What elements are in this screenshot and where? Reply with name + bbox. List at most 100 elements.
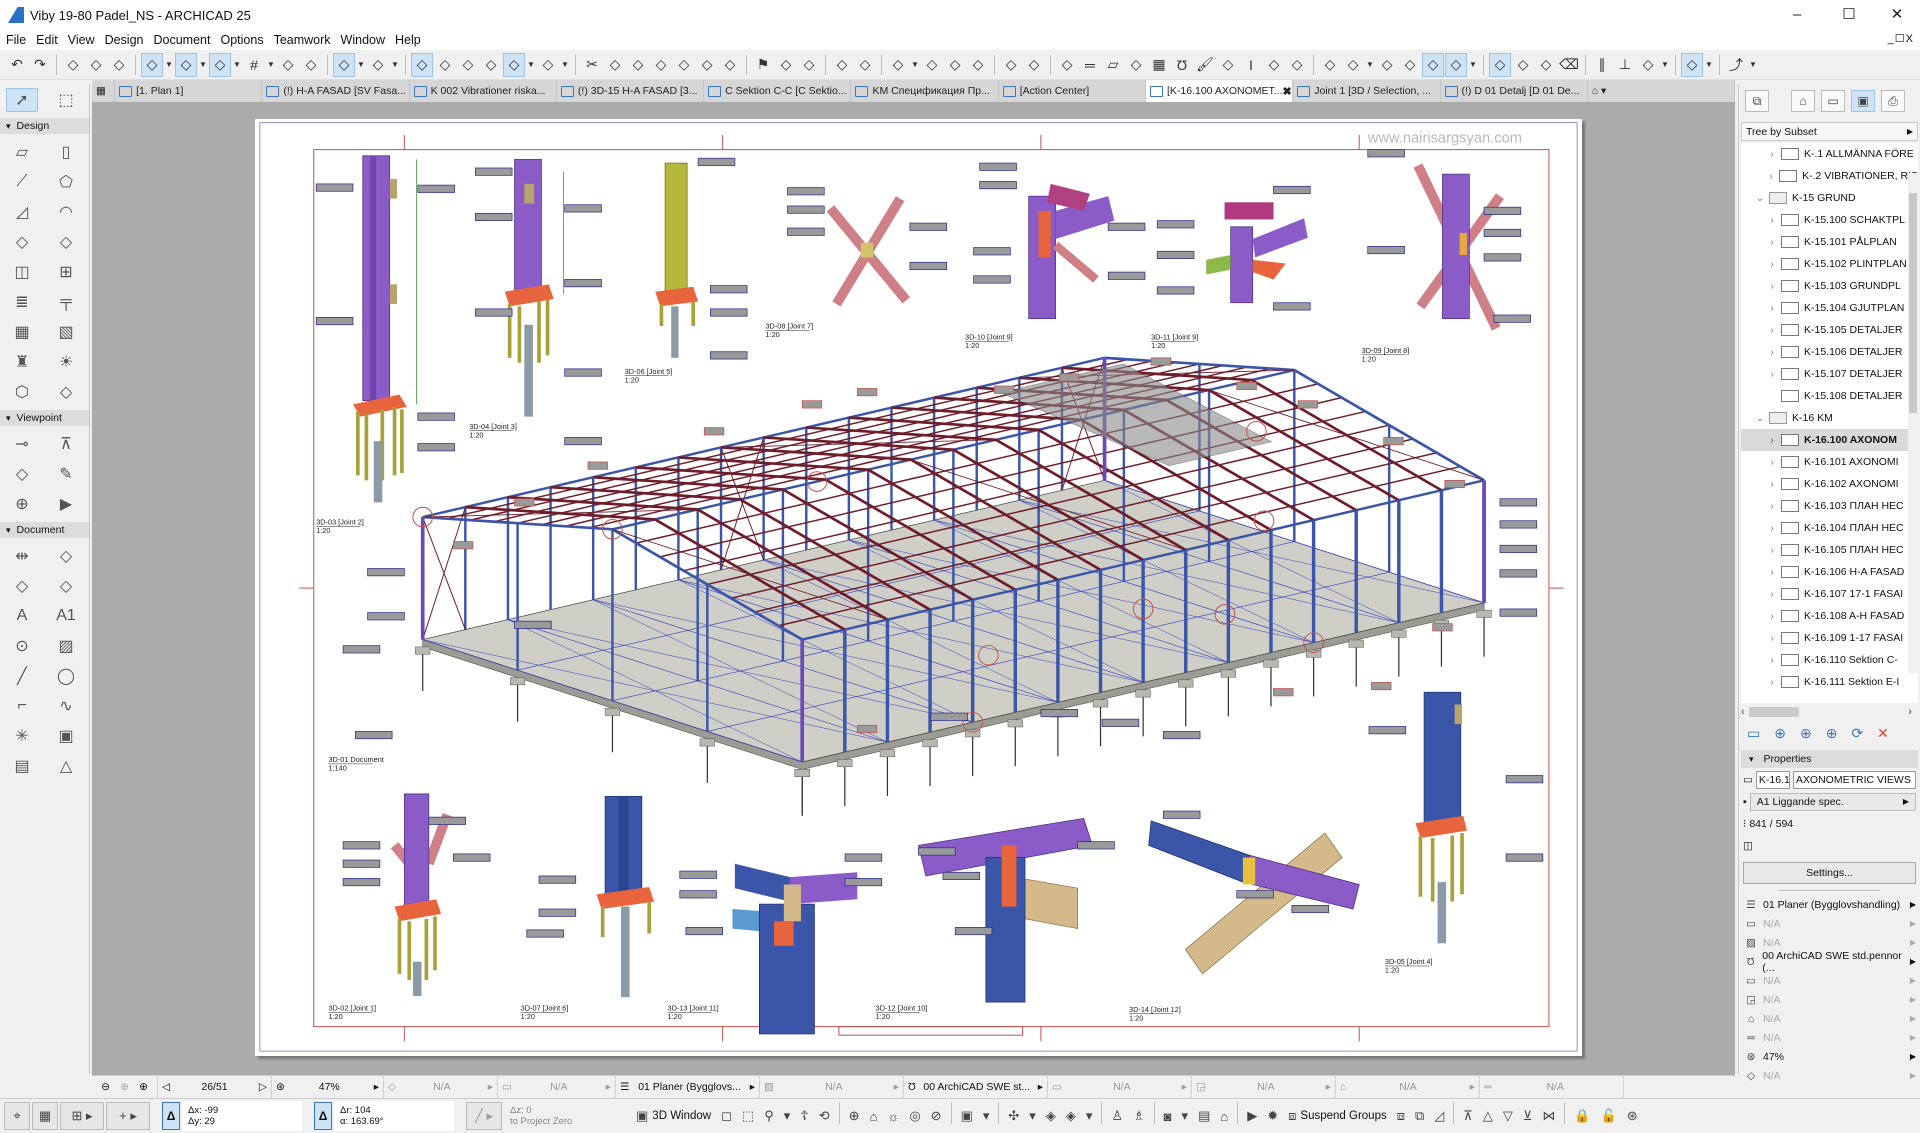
tree-item[interactable]: › K-15.101 PÅLPLAN <box>1741 231 1918 253</box>
new-master-icon[interactable]: ⊕ <box>1800 725 1812 742</box>
change-tool-icon[interactable]: △ <box>44 754 88 778</box>
tab-overview-icon[interactable]: ▦ <box>92 80 116 102</box>
maximize-button[interactable]: ☐ <box>1826 0 1872 30</box>
snap-points-icon[interactable]: ◇ <box>1681 52 1703 77</box>
surface-icon[interactable]: ◇ <box>300 53 322 77</box>
tree-item[interactable]: › K-15.106 DETALJER <box>1741 341 1918 363</box>
chevron-right-icon[interactable]: › <box>1767 369 1777 380</box>
view-property-row[interactable]: ▭ N/A ▶ <box>1739 971 1920 990</box>
zone-tool-icon[interactable]: ▧ <box>44 320 88 344</box>
wall-tool-icon[interactable]: ▱ <box>0 140 44 164</box>
radial-dimension-tool-icon[interactable]: ◇ <box>0 574 44 598</box>
open-3d-icon[interactable]: ◻ <box>717 1102 736 1130</box>
tab-3[interactable]: K 002 Vibrationer riska... <box>410 80 557 102</box>
pen-x-icon[interactable]: ◇ <box>1535 53 1557 77</box>
menu-window[interactable]: Window <box>341 33 385 47</box>
mesh-icon[interactable]: ◇ <box>1263 53 1285 77</box>
guide-line-icon[interactable]: ◇ <box>141 52 163 77</box>
backward-icon[interactable]: ▽ <box>1499 1102 1517 1130</box>
3d-window-button[interactable]: ▣ 3D Window <box>632 1102 715 1130</box>
chevron-right-icon[interactable]: › <box>1767 655 1777 666</box>
figure-tool-icon[interactable]: ▣ <box>44 724 88 748</box>
hotspot-tool-icon[interactable]: ✳ <box>0 724 44 748</box>
dropdown-arrow-icon[interactable]: ▼ <box>390 53 400 77</box>
chevron-down-icon[interactable]: ⌄ <box>1755 413 1765 424</box>
roof-trim-icon[interactable]: ◇ <box>719 53 741 77</box>
chevron-right-icon[interactable]: › <box>1767 435 1777 446</box>
marquee-icon[interactable]: ⬚ <box>44 88 88 112</box>
dropdown-arrow-icon[interactable]: ▾ <box>780 1102 795 1130</box>
perpendicular-icon[interactable]: ⊥ <box>1614 53 1636 77</box>
organizer-icon[interactable]: ⧉ <box>1745 90 1769 112</box>
split-icon[interactable]: ✂ <box>581 53 603 77</box>
snap-icon[interactable]: ⌖ <box>4 1102 30 1130</box>
dropdown-arrow-icon[interactable]: ▼ <box>910 53 920 77</box>
tab-10[interactable]: (!) D 01 Detalj [D 01 De... <box>1441 80 1588 102</box>
tree-item[interactable]: › K-16.101 AXONOMI <box>1741 451 1918 473</box>
dropdown-arrow-icon[interactable]: ▼ <box>1704 53 1714 77</box>
change-marker-icon[interactable]: ◇ <box>944 53 966 77</box>
relative-polar-toggle[interactable]: Δ <box>314 1102 332 1130</box>
tab-list-icon[interactable]: ⌂ ▾ <box>1588 80 1736 102</box>
parallel-icon[interactable]: ∥ <box>1591 53 1613 77</box>
close-gap-icon[interactable]: ◇ <box>457 53 479 77</box>
dropdown-arrow-icon[interactable]: ▼ <box>164 53 174 77</box>
ruler-snap-icon[interactable]: ◇ <box>1376 53 1398 77</box>
lamp-icon[interactable]: ⌂ <box>1216 1102 1232 1130</box>
polar-coordinates[interactable]: Δr: 104 α: 163.69° <box>334 1101 454 1131</box>
menu-document[interactable]: Document <box>154 33 211 47</box>
minimize-button[interactable]: – <box>1774 0 1820 30</box>
suspend-groups-button[interactable]: ⧈ Suspend Groups <box>1284 1102 1391 1130</box>
edit-plane-icon[interactable]: ◇ <box>277 53 299 77</box>
layout-canvas[interactable]: www.nairisargsyan.com 3D-04 [Joint 3] 1:… <box>92 102 1735 1075</box>
ruler-icon[interactable]: ◇ <box>434 53 456 77</box>
sun-icon[interactable]: ☼ <box>883 1102 903 1130</box>
new-subset-icon[interactable]: ⊕ <box>1826 725 1838 742</box>
curtain-wall-tool-icon[interactable]: ◇ <box>44 230 88 254</box>
tab-close-icon[interactable]: ✖ <box>1283 85 1292 98</box>
chevron-right-icon[interactable]: › <box>1767 633 1777 644</box>
tree-item[interactable]: › K-16.111 Sektion E-I <box>1741 671 1918 693</box>
group-select-icon[interactable]: ⧈ <box>1393 1102 1409 1130</box>
grid-snap-icon[interactable]: ▦ <box>32 1102 58 1130</box>
beam-icon[interactable]: ═ <box>1079 53 1101 77</box>
view-property-row[interactable]: Ʊ 00 ArchiCAD SWE std.pennor (... ▶ <box>1739 950 1920 974</box>
eyedropper-icon[interactable]: ◇ <box>85 53 107 77</box>
person2-icon[interactable]: ◇ <box>1445 52 1467 77</box>
toolbox-section-viewpoint[interactable]: Viewpoint <box>0 410 89 426</box>
intersect-icon[interactable]: ◇ <box>627 53 649 77</box>
pen-icon[interactable]: Ʊ <box>1171 53 1193 77</box>
person-icon[interactable]: ◇ <box>367 53 389 77</box>
mesh-tool-icon[interactable]: ▦ <box>0 320 44 344</box>
find-select-icon[interactable]: ◇ <box>62 53 84 77</box>
slab-tool-icon[interactable]: ⬠ <box>44 170 88 194</box>
skylight-tool-icon[interactable]: ◇ <box>0 230 44 254</box>
line-tool-icon[interactable]: ╱ <box>0 664 44 688</box>
text-tool-icon[interactable]: A <box>0 604 44 628</box>
globe-icon[interactable]: ◎ <box>905 1102 924 1130</box>
layout-book-icon[interactable]: ▣ <box>1851 90 1875 112</box>
renovation-value[interactable]: N/A <box>1346 1081 1469 1093</box>
group-lock-icon[interactable]: ⊛ <box>1623 1102 1642 1130</box>
tab-1[interactable]: [1. Plan 1] <box>115 80 263 102</box>
video-icon[interactable]: ▶ <box>1243 1102 1261 1130</box>
eraser-icon[interactable]: ⌫ <box>1558 53 1580 77</box>
stair-tool-icon[interactable]: ◇ <box>1000 53 1022 77</box>
dimension-value[interactable]: N/A <box>1491 1081 1619 1093</box>
chevron-right-icon[interactable]: › <box>1767 501 1777 512</box>
previous-page-icon[interactable]: ◁ <box>162 1081 170 1093</box>
publish-icon[interactable]: ◇ <box>798 53 820 77</box>
line-guide-icon[interactable]: ◇ <box>1512 53 1534 77</box>
roof-tool-icon[interactable]: ◿ <box>0 200 44 224</box>
toolbox-section-design[interactable]: Design <box>0 118 89 134</box>
tree-item[interactable]: › K-16.109 1-17 FASAI <box>1741 627 1918 649</box>
dropdown-arrow-icon[interactable]: ▼ <box>198 53 208 77</box>
label-tool-icon[interactable]: A1 <box>44 604 88 628</box>
tab-8[interactable]: [K-16.100 AXONOMET... ✖ <box>1145 80 1294 102</box>
sun-study-icon[interactable]: ✹ <box>1263 1102 1282 1130</box>
selection-3d-icon[interactable]: ◈ <box>1062 1102 1080 1130</box>
explore-icon[interactable]: ⊕ <box>845 1102 864 1130</box>
fillet-icon[interactable]: ◇ <box>650 53 672 77</box>
view-property-row[interactable]: ☰ 01 Planer (Bygglovshandling) ▶ <box>1739 895 1920 914</box>
view-property-row[interactable]: ⊛ 47% ▶ <box>1739 1047 1920 1066</box>
